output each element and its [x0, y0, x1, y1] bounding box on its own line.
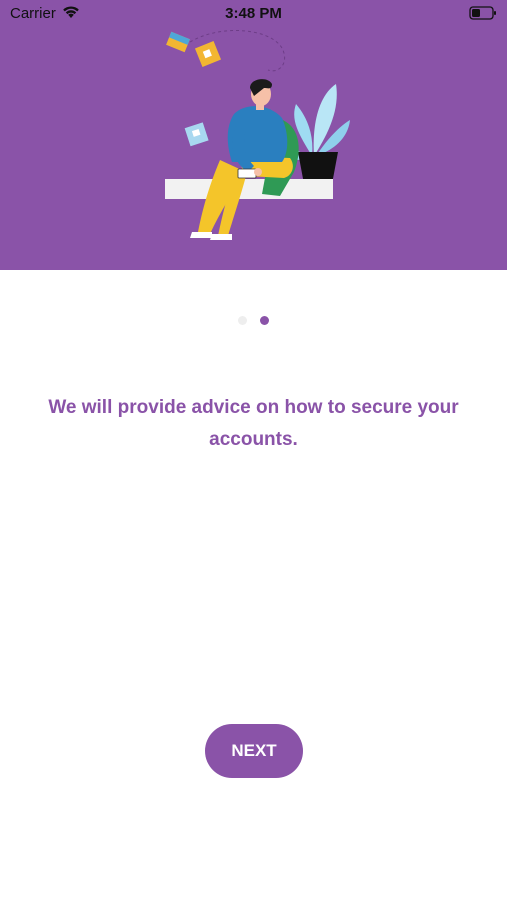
page-indicator — [0, 316, 507, 326]
page-dot-2-active[interactable] — [260, 316, 269, 325]
page-dot-1[interactable] — [238, 316, 247, 325]
next-button[interactable]: NEXT — [205, 724, 303, 778]
hero-banner: Carrier 3:48 PM — [0, 0, 507, 270]
status-bar: Carrier 3:48 PM — [0, 0, 507, 28]
envelope-icon — [166, 31, 190, 53]
person-with-phone-illustration — [165, 30, 350, 240]
onboarding-screen: Carrier 3:48 PM We will provide advice o… — [0, 0, 507, 900]
document-icon — [194, 40, 222, 68]
onboarding-message: We will provide advice on how to secure … — [48, 397, 459, 450]
clock: 3:48 PM — [225, 5, 282, 22]
battery-icon — [469, 6, 496, 20]
message-card-icon — [184, 122, 209, 147]
